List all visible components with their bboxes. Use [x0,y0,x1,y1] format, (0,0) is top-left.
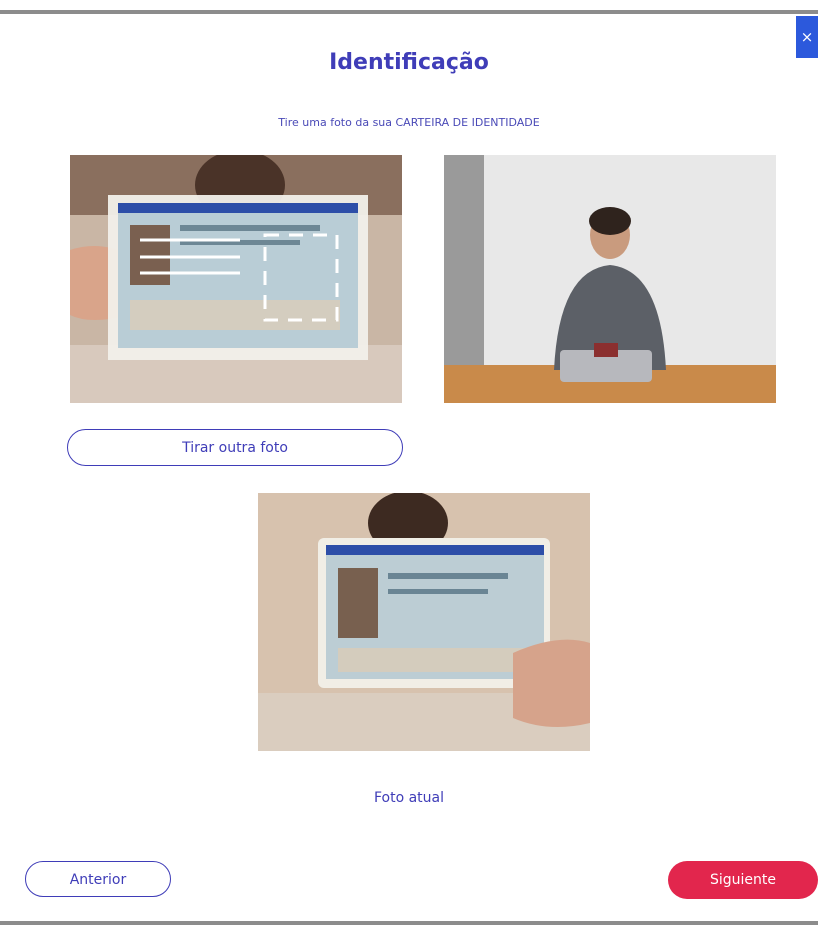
previous-button[interactable]: Anterior [25,861,171,897]
id-card-guide-photo [70,155,402,403]
retake-photo-button[interactable]: Tirar outra foto [67,429,403,466]
bottom-divider [0,921,818,925]
close-icon: × [800,28,814,46]
top-divider [0,10,818,14]
current-photo [258,493,590,751]
example-person-photo [444,155,776,403]
page-title: Identificação [329,50,489,75]
next-button[interactable]: Siguiente [668,861,818,899]
current-photo-caption: Foto atual [373,790,445,806]
instruction-text: Tire uma foto da sua CARTEIRA DE IDENTID… [278,116,540,129]
